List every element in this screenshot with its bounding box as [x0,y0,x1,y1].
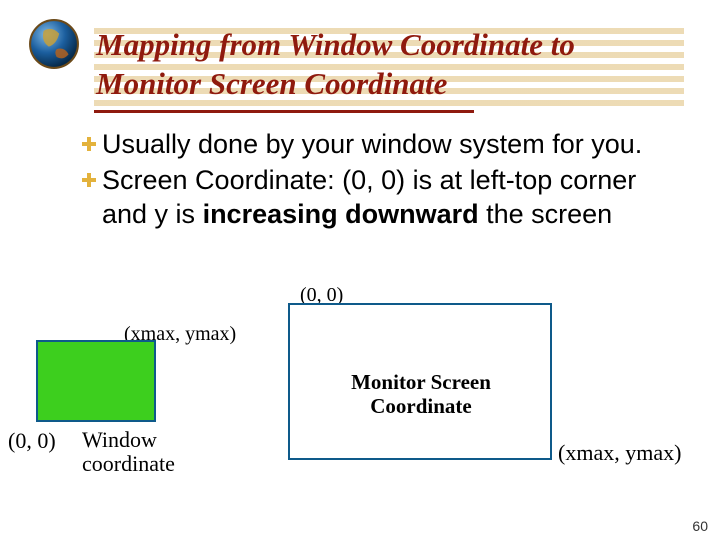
list-item: Screen Coordinate: (0, 0) is at left-top… [82,164,682,232]
origin-label-left: (0, 0) [8,428,56,454]
globe-icon [28,18,80,70]
list-text: Usually done by your window system for y… [102,128,642,162]
slide-title: Mapping from Window Coordinate to Monito… [96,26,678,104]
list-item: Usually done by your window system for y… [82,128,682,162]
window-coordinate-box [36,340,156,422]
max-label-right: (xmax, ymax) [558,440,681,466]
list-text: Screen Coordinate: (0, 0) is at left-top… [102,164,682,232]
window-coordinate-label: Window coordinate [82,428,232,476]
bullet-icon [82,137,96,151]
bullet-icon [82,173,96,187]
monitor-coordinate-label: Monitor Screen Coordinate [326,370,516,418]
slide-number: 60 [692,518,708,534]
bullet-list: Usually done by your window system for y… [82,128,682,233]
title-underline [94,110,474,113]
title-block: Mapping from Window Coordinate to Monito… [94,22,684,113]
